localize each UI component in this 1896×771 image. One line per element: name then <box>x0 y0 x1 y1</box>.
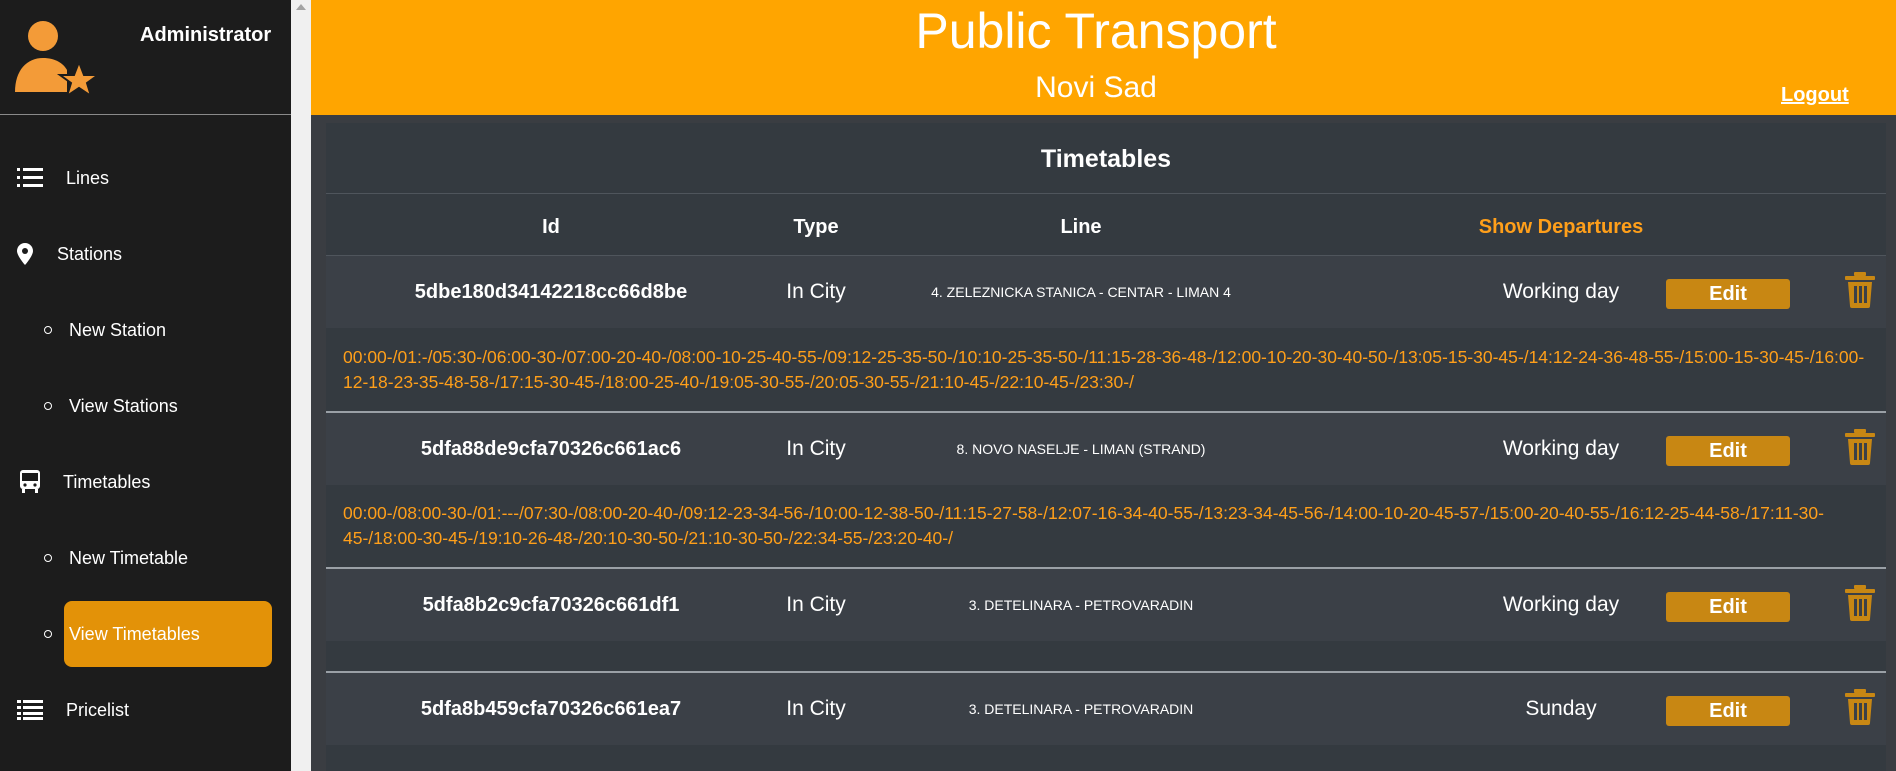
sidebar-header: Administrator <box>0 0 291 115</box>
divider <box>326 193 1886 194</box>
sidebar-item-view-stations[interactable]: View Stations <box>0 383 291 429</box>
column-header-id: Id <box>542 216 560 238</box>
table-row: 5dbe180d34142218cc66d8be In City 4. ZELE… <box>326 256 1886 328</box>
delete-trash-icon[interactable] <box>1845 429 1875 465</box>
sidebar-item-label: View Stations <box>69 395 178 416</box>
column-header-show-departures[interactable]: Show Departures <box>1336 216 1786 239</box>
map-pin-icon <box>12 241 38 267</box>
scrollbar[interactable] <box>291 0 311 771</box>
logout-link[interactable]: Logout <box>1781 84 1849 107</box>
table-row: 5dfa88de9cfa70326c661ac6 In City 8. NOVO… <box>326 413 1886 485</box>
timetable-type: In City <box>786 437 846 460</box>
delete-trash-icon[interactable] <box>1845 585 1875 621</box>
column-header-line: Line <box>1060 216 1102 238</box>
bus-icon <box>17 469 43 495</box>
table-row: 5dfa8b2c9cfa70326c661df1 In City 3. DETE… <box>326 569 1886 641</box>
departures-text: 00:00-/01:-/05:30-/06:00-30-/07:00-20-40… <box>343 347 1865 392</box>
delete-trash-icon[interactable] <box>1845 689 1875 725</box>
sidebar-item-label: New Station <box>69 319 167 340</box>
sidebar-item-pricelist[interactable]: Pricelist <box>0 687 291 733</box>
sidebar: Administrator Lines Stations New Station… <box>0 0 291 771</box>
sidebar-item-timetables[interactable]: Timetables <box>0 459 291 505</box>
sidebar-item-label: Lines <box>66 167 110 188</box>
departures-text: 00:00-/08:00-30-/01:---/07:30-/08:00-20-… <box>343 503 1824 548</box>
list-icon <box>17 697 43 723</box>
timetable-id: 5dbe180d34142218cc66d8be <box>414 280 688 303</box>
timetable-type: In City <box>786 697 846 720</box>
sidebar-item-new-station[interactable]: New Station <box>0 307 291 353</box>
timetable-id: 5dfa8b2c9cfa70326c661df1 <box>422 593 680 616</box>
timetables-panel: Timetables Id Type Line Show Departures … <box>326 123 1886 771</box>
sidebar-item-label: Timetables <box>63 471 151 492</box>
list-icon <box>17 165 43 191</box>
page-title: Timetables <box>1040 145 1172 173</box>
page-header: Public Transport Novi Sad Logout <box>311 0 1896 115</box>
app-title: Public Transport <box>915 3 1277 59</box>
sidebar-item-label: View Timetables <box>69 623 200 644</box>
delete-trash-icon[interactable] <box>1845 272 1875 308</box>
departures-panel <box>326 641 1886 671</box>
bullet-icon <box>44 402 52 410</box>
timetable-type: In City <box>786 280 846 303</box>
sidebar-item-label: Pricelist <box>66 699 130 720</box>
column-header-type: Type <box>793 216 839 238</box>
user-role-title: Administrator <box>140 24 272 46</box>
timetable-id: 5dfa8b459cfa70326c661ea7 <box>420 697 682 720</box>
timetable-line: 3. DETELINARA - PETROVARADIN <box>968 701 1194 717</box>
edit-button[interactable]: Edit <box>1666 592 1790 622</box>
bullet-icon <box>44 554 52 562</box>
edit-button[interactable]: Edit <box>1666 696 1790 726</box>
timetable-line: 8. NOVO NASELJE - LIMAN (STRAND) <box>956 441 1206 457</box>
sidebar-item-view-timetables[interactable]: View Timetables <box>0 611 291 657</box>
app-subtitle: Novi Sad <box>1035 71 1157 104</box>
sidebar-item-label: New Timetable <box>69 547 189 568</box>
timetable-id: 5dfa88de9cfa70326c661ac6 <box>420 437 682 460</box>
edit-button[interactable]: Edit <box>1666 436 1790 466</box>
timetable-type: In City <box>786 593 846 616</box>
admin-user-star-icon <box>15 21 102 96</box>
sidebar-item-label: Stations <box>57 243 123 264</box>
timetable-line: 4. ZELEZNICKA STANICA - CENTAR - LIMAN 4 <box>931 284 1231 300</box>
scroll-up-arrow-icon[interactable] <box>296 4 306 10</box>
edit-button[interactable]: Edit <box>1666 279 1790 309</box>
bullet-icon <box>44 326 52 334</box>
bullet-icon <box>44 630 52 638</box>
table-row: 5dfa8b459cfa70326c661ea7 In City 3. DETE… <box>326 673 1886 745</box>
sidebar-item-lines[interactable]: Lines <box>0 155 291 201</box>
timetable-line: 3. DETELINARA - PETROVARADIN <box>968 597 1194 613</box>
sidebar-item-stations[interactable]: Stations <box>0 231 291 277</box>
sidebar-item-new-timetable[interactable]: New Timetable <box>0 535 291 581</box>
